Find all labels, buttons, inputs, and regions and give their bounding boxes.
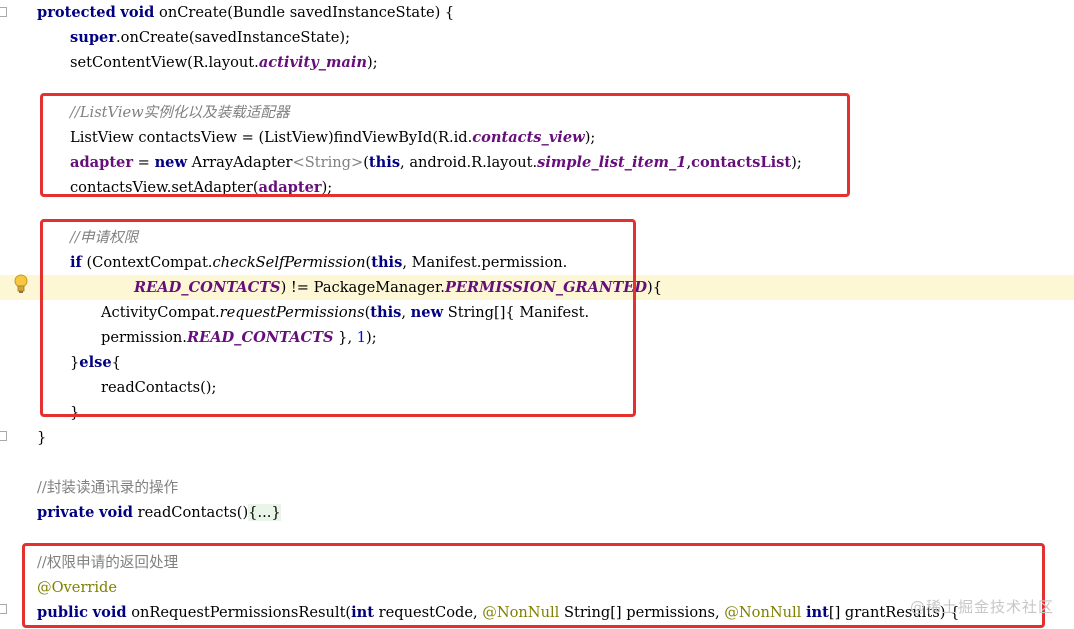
- code-token: );: [321, 179, 333, 196]
- code-token: new: [410, 304, 444, 321]
- code-token: (ContextCompat.: [81, 254, 213, 271]
- code-token: int: [351, 604, 375, 621]
- code-token: PERMISSION_GRANTED: [444, 279, 647, 296]
- code-editor[interactable]: protected void onCreate(Bundle savedInst…: [0, 0, 1074, 629]
- code-token: protected: [37, 4, 116, 21]
- code-token: readContacts();: [101, 379, 217, 396]
- code-token: //权限申请的返回处理: [37, 554, 179, 571]
- code-line[interactable]: //ListView实例化以及装载适配器: [0, 100, 1074, 125]
- code-token: this: [370, 304, 402, 321]
- code-token: }: [37, 429, 47, 446]
- code-token: READ_CONTACTS: [186, 329, 334, 346]
- code-token: ,: [401, 304, 411, 321]
- code-token: setContentView(R.layout.: [70, 54, 259, 71]
- code-token: int: [806, 604, 829, 621]
- code-token: readContacts(): [133, 504, 249, 521]
- code-token: ListView contactsView = (ListView)findVi…: [70, 129, 473, 146]
- code-line[interactable]: }: [0, 425, 1074, 450]
- code-token: <String>: [292, 154, 364, 171]
- code-token: , Manifest.permission.: [402, 254, 568, 271]
- code-line[interactable]: [0, 200, 1074, 225]
- code-token: =: [133, 154, 155, 171]
- code-token: new: [154, 154, 188, 171]
- code-token: ) != PackageManager.: [280, 279, 445, 296]
- code-line[interactable]: //权限申请的返回处理: [0, 550, 1074, 575]
- code-token: void: [99, 504, 134, 521]
- code-token: );: [584, 129, 596, 146]
- code-token: ArrayAdapter: [187, 154, 293, 171]
- code-token: 1: [356, 329, 367, 346]
- code-token: @NonNull: [482, 604, 560, 621]
- code-line[interactable]: [0, 75, 1074, 100]
- code-line[interactable]: adapter = new ArrayAdapter<String>(this,…: [0, 150, 1074, 175]
- code-token[interactable]: {...}: [248, 504, 281, 521]
- code-line[interactable]: permission.READ_CONTACTS }, 1);: [0, 325, 1074, 350]
- code-line[interactable]: contactsView.setAdapter(adapter);: [0, 175, 1074, 200]
- code-token: );: [367, 54, 378, 71]
- code-token: private: [37, 504, 95, 521]
- code-line[interactable]: //封装读通讯录的操作: [0, 475, 1074, 500]
- code-token: activity_main: [258, 54, 368, 71]
- code-token: READ_CONTACTS: [134, 279, 281, 296]
- code-token: this: [371, 254, 403, 271]
- code-token: this: [368, 154, 401, 171]
- code-token: ActivityCompat.: [101, 304, 220, 321]
- code-line[interactable]: [0, 450, 1074, 475]
- code-token: requestPermissions: [219, 304, 365, 321]
- code-token: @Override: [37, 579, 118, 596]
- code-token: //申请权限: [70, 229, 139, 246]
- code-token: contacts_view: [472, 129, 585, 146]
- code-token: );: [791, 154, 802, 171]
- code-line[interactable]: }: [0, 400, 1074, 425]
- code-token: , android.R.layout.: [400, 154, 538, 171]
- code-token: onCreate(Bundle savedInstanceState) {: [154, 4, 455, 21]
- code-token: },: [333, 329, 357, 346]
- code-line[interactable]: ActivityCompat.requestPermissions(this, …: [0, 300, 1074, 325]
- code-token: adapter: [258, 179, 322, 196]
- code-token: String[] permissions,: [559, 604, 725, 621]
- code-token: if: [70, 254, 82, 271]
- code-token: @NonNull: [724, 604, 802, 621]
- watermark: @稀土掘金技术社区: [910, 598, 1055, 616]
- code-token: {: [111, 354, 121, 371]
- code-line[interactable]: ListView contactsView = (ListView)findVi…: [0, 125, 1074, 150]
- code-token: else: [79, 354, 112, 371]
- code-token: requestCode,: [374, 604, 483, 621]
- code-token: simple_list_item_1: [537, 154, 687, 171]
- code-token: ){: [647, 279, 662, 296]
- code-line[interactable]: super.onCreate(savedInstanceState);: [0, 25, 1074, 50]
- code-token: //封装读通讯录的操作: [37, 479, 179, 496]
- code-token: }: [70, 404, 80, 421]
- code-line[interactable]: READ_CONTACTS) != PackageManager.PERMISS…: [0, 275, 1074, 300]
- code-token: contactsList: [691, 154, 792, 171]
- code-line[interactable]: if (ContextCompat.checkSelfPermission(th…: [0, 250, 1074, 275]
- code-token: .onCreate(savedInstanceState);: [116, 29, 351, 46]
- code-token: }: [70, 354, 80, 371]
- code-line[interactable]: [0, 525, 1074, 550]
- lightbulb-icon[interactable]: [12, 274, 30, 294]
- code-line[interactable]: readContacts();: [0, 375, 1074, 400]
- code-token: public: [37, 604, 88, 621]
- code-token: permission.: [101, 329, 187, 346]
- code-token: void: [120, 4, 155, 21]
- code-token: adapter: [70, 154, 134, 171]
- code-line[interactable]: setContentView(R.layout.activity_main);: [0, 50, 1074, 75]
- code-line[interactable]: }else{: [0, 350, 1074, 375]
- code-line[interactable]: protected void onCreate(Bundle savedInst…: [0, 0, 1074, 25]
- code-token: onRequestPermissionsResult(: [126, 604, 352, 621]
- code-line[interactable]: private void readContacts(){...}: [0, 500, 1074, 525]
- code-token: void: [92, 604, 127, 621]
- code-token: super: [70, 29, 117, 46]
- code-token: checkSelfPermission: [212, 254, 366, 271]
- code-token: //ListView实例化以及装载适配器: [70, 104, 290, 121]
- code-token: String[]{ Manifest.: [443, 304, 590, 321]
- code-line[interactable]: //申请权限: [0, 225, 1074, 250]
- code-token: );: [366, 329, 377, 346]
- code-token: contactsView.setAdapter(: [70, 179, 259, 196]
